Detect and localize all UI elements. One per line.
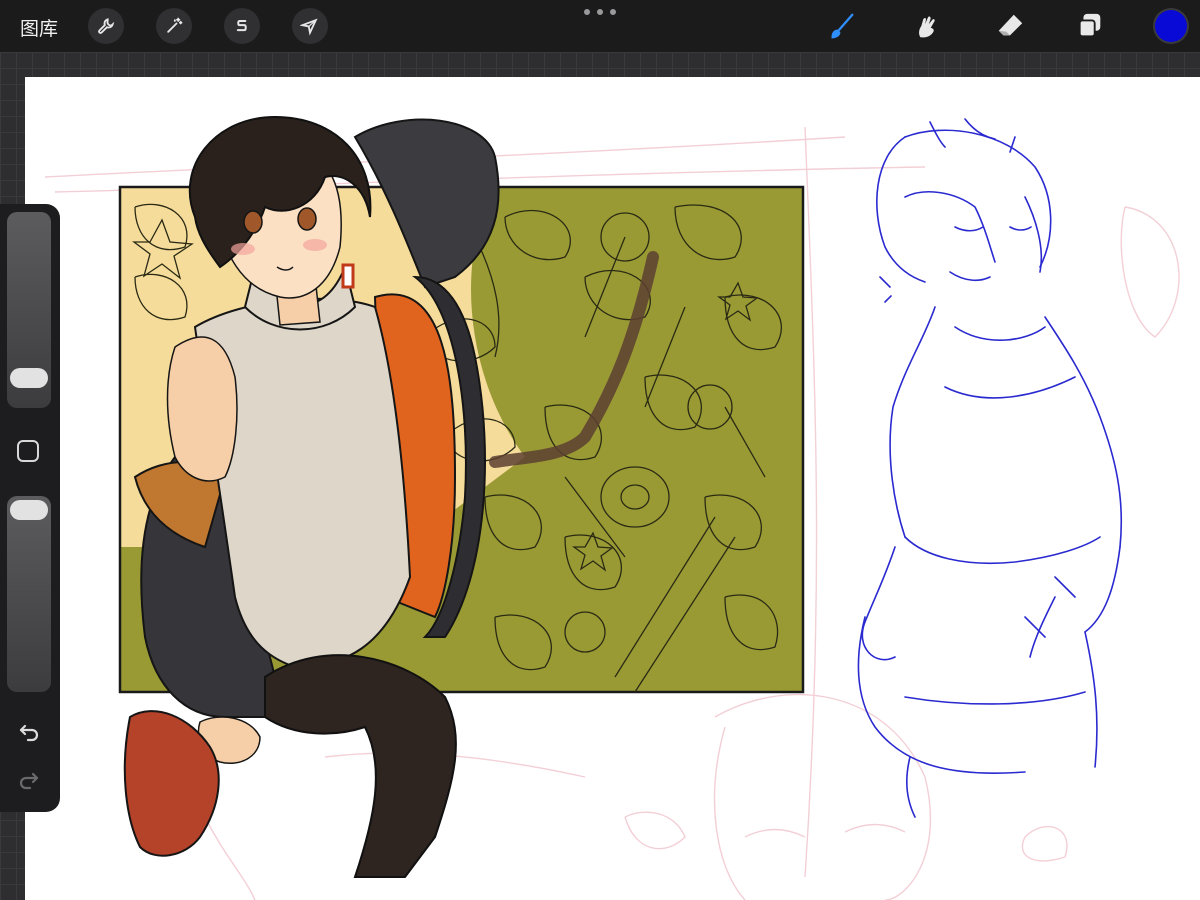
redo-icon[interactable]	[16, 768, 42, 794]
side-toolbar	[0, 204, 60, 812]
artwork	[44, 115, 1180, 900]
top-toolbar: 图库	[0, 0, 1200, 52]
dot	[584, 9, 590, 15]
arrow-cursor-icon[interactable]	[292, 8, 328, 44]
brush-size-slider-thumb[interactable]	[10, 368, 48, 388]
layers-icon[interactable]	[1074, 10, 1106, 42]
gallery-button[interactable]: 图库	[20, 14, 58, 41]
modify-square-icon[interactable]	[17, 440, 39, 462]
magic-wand-icon[interactable]	[156, 8, 192, 44]
brush-size-slider[interactable]	[7, 212, 51, 408]
eraser-icon[interactable]	[994, 10, 1026, 42]
dot	[597, 9, 603, 15]
opacity-slider[interactable]	[7, 496, 51, 692]
color-picker-button[interactable]	[1155, 10, 1187, 42]
blue-pencil-sketch	[857, 118, 1123, 818]
smudge-icon[interactable]	[910, 10, 942, 42]
wrench-icon[interactable]	[88, 8, 124, 44]
more-options-button[interactable]	[584, 6, 616, 18]
undo-icon[interactable]	[16, 720, 42, 746]
selection-s-icon[interactable]	[224, 8, 260, 44]
dot	[610, 9, 616, 15]
drawing-canvas[interactable]	[25, 77, 1200, 900]
brush-icon[interactable]	[826, 10, 858, 42]
opacity-slider-thumb[interactable]	[10, 500, 48, 520]
